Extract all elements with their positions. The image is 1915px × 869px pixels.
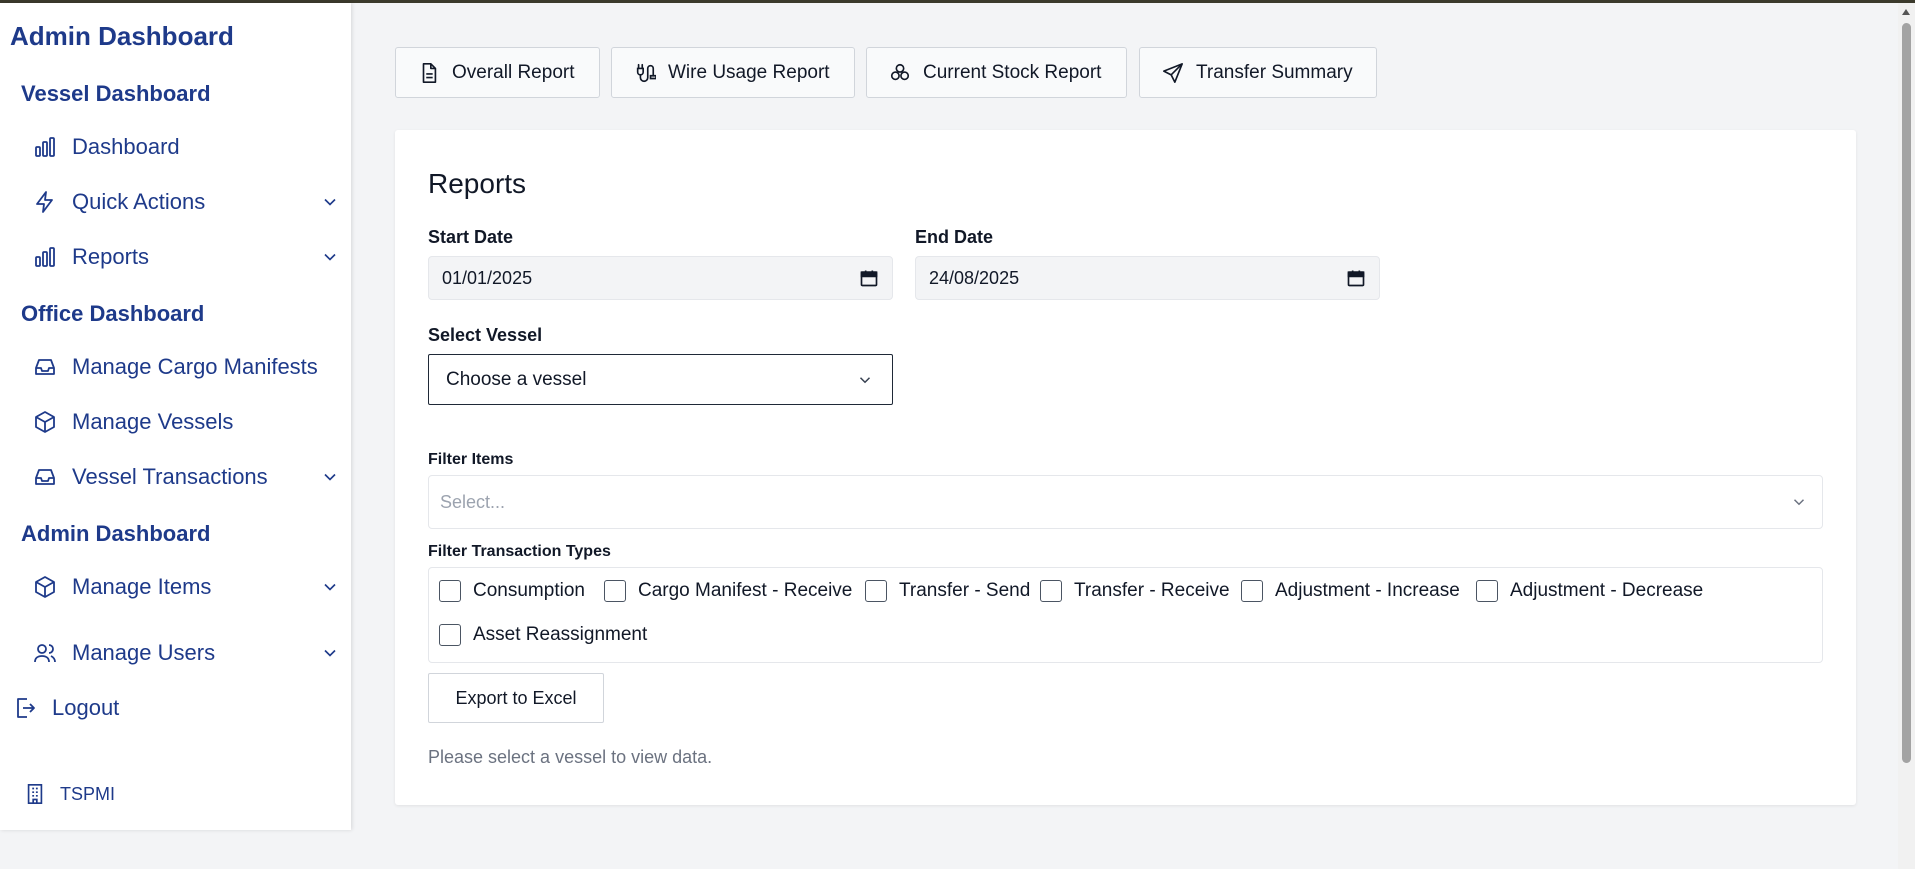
checkbox[interactable] xyxy=(439,624,461,646)
box-icon xyxy=(32,409,58,435)
checkbox-cargo-manifest-receive[interactable]: Cargo Manifest - Receive xyxy=(604,580,852,602)
checkbox[interactable] xyxy=(439,580,461,602)
checkbox[interactable] xyxy=(865,580,887,602)
inbox-icon xyxy=(32,354,58,380)
end-date-input[interactable]: 24/08/2025 xyxy=(915,256,1380,300)
brand-title: Admin Dashboard xyxy=(10,21,234,51)
checkbox-adjustment-decrease[interactable]: Adjustment - Decrease xyxy=(1476,580,1703,602)
filter-items-placeholder: Select... xyxy=(440,491,506,512)
inbox-icon xyxy=(32,464,58,490)
tenant-name: TSPMI xyxy=(60,783,116,804)
sidebar-item-label: Manage Users xyxy=(72,640,216,665)
checkbox-consumption[interactable]: Consumption xyxy=(439,580,585,602)
calendar-icon[interactable] xyxy=(1346,268,1366,288)
sidebar-item-manage-vessels[interactable]: Manage Vessels xyxy=(32,402,340,442)
cable-icon xyxy=(634,62,656,84)
checkbox-transfer-send[interactable]: Transfer - Send xyxy=(865,580,1030,602)
wire-usage-report-label: Wire Usage Report xyxy=(668,61,830,83)
transfer-summary-label: Transfer Summary xyxy=(1196,61,1353,83)
checkbox[interactable] xyxy=(1241,580,1263,602)
checkbox[interactable] xyxy=(604,580,626,602)
sidebar-item-label: Reports xyxy=(72,244,150,269)
building-icon xyxy=(24,783,46,805)
vessel-select-value: Choose a vessel xyxy=(446,368,587,390)
vessel-select[interactable]: Choose a vessel xyxy=(428,354,893,405)
transfer-summary-button[interactable]: Transfer Summary xyxy=(1139,47,1377,98)
checkbox[interactable] xyxy=(1476,580,1498,602)
page-title: Reports xyxy=(428,168,527,199)
checkbox-label: Adjustment - Increase xyxy=(1275,580,1460,601)
chevron-down-icon[interactable] xyxy=(320,577,340,597)
overall-report-label: Overall Report xyxy=(452,61,575,83)
checkbox-label: Transfer - Receive xyxy=(1074,580,1230,601)
sidebar-item-logout[interactable]: Logout xyxy=(12,688,320,728)
end-date-label: End Date xyxy=(915,227,994,247)
sidebar-item-label: Manage Vessels xyxy=(72,409,234,434)
bar-chart-icon xyxy=(32,134,58,160)
checkbox-label: Cargo Manifest - Receive xyxy=(638,580,853,601)
sidebar-item-label: Manage Cargo Manifests xyxy=(72,354,318,379)
sidebar-item-label: Dashboard xyxy=(72,134,180,159)
transaction-types-group: Consumption Cargo Manifest - Receive Tra… xyxy=(428,567,1823,663)
sidebar-item-label: Logout xyxy=(52,695,120,720)
document-icon xyxy=(418,62,440,84)
chevron-down-icon[interactable] xyxy=(320,192,340,212)
chevron-down-icon xyxy=(1790,493,1808,511)
filter-items-label: Filter Items xyxy=(428,451,514,468)
sidebar-item-manage-users[interactable]: Manage Users xyxy=(32,633,340,673)
sidebar-item-label: Quick Actions xyxy=(72,189,206,214)
empty-state-message: Please select a vessel to view data. xyxy=(428,747,713,767)
checkbox-label: Consumption xyxy=(473,580,585,601)
checkbox[interactable] xyxy=(1040,580,1062,602)
section-office-dashboard: Office Dashboard xyxy=(21,301,205,326)
start-date-label: Start Date xyxy=(428,227,514,247)
checkbox-adjustment-increase[interactable]: Adjustment - Increase xyxy=(1241,580,1460,602)
section-vessel-dashboard: Vessel Dashboard xyxy=(21,81,211,106)
box-icon xyxy=(32,574,58,600)
export-to-excel-button[interactable]: Export to Excel xyxy=(428,673,604,723)
sidebar-item-quick-actions[interactable]: Quick Actions xyxy=(32,182,340,222)
select-vessel-label: Select Vessel xyxy=(428,325,543,345)
end-date-value: 24/08/2025 xyxy=(929,267,1020,288)
checkbox-label: Adjustment - Decrease xyxy=(1510,580,1704,601)
checkbox-label: Asset Reassignment xyxy=(473,624,648,645)
current-stock-report-button[interactable]: Current Stock Report xyxy=(866,47,1127,98)
checkbox-transfer-receive[interactable]: Transfer - Receive xyxy=(1040,580,1230,602)
sidebar: Admin Dashboard Vessel Dashboard Dashboa… xyxy=(0,3,351,830)
start-date-input[interactable]: 01/01/2025 xyxy=(428,256,893,300)
overall-report-button[interactable]: Overall Report xyxy=(395,47,600,98)
checkbox-label: Transfer - Send xyxy=(899,580,1031,601)
logout-icon xyxy=(12,695,38,721)
chevron-down-icon[interactable] xyxy=(320,247,340,267)
sidebar-item-reports[interactable]: Reports xyxy=(32,237,340,277)
users-icon xyxy=(32,640,58,666)
chevron-down-icon xyxy=(856,371,874,389)
bar-chart-icon xyxy=(32,244,58,270)
lightning-icon xyxy=(32,189,58,215)
wire-usage-report-button[interactable]: Wire Usage Report xyxy=(611,47,855,98)
checkbox-asset-reassignment[interactable]: Asset Reassignment xyxy=(439,624,647,646)
reports-card: Reports Start Date 01/01/2025 End Date 2… xyxy=(395,130,1856,805)
sidebar-item-dashboard[interactable]: Dashboard xyxy=(32,127,340,167)
filter-transaction-types-label: Filter Transaction Types xyxy=(428,543,611,560)
section-admin-dashboard: Admin Dashboard xyxy=(21,521,211,546)
sidebar-item-label: Manage Items xyxy=(72,574,212,599)
sidebar-item-manage-cargo-manifests[interactable]: Manage Cargo Manifests xyxy=(32,347,340,387)
chevron-down-icon[interactable] xyxy=(320,643,340,663)
calendar-icon[interactable] xyxy=(859,268,879,288)
chevron-down-icon[interactable] xyxy=(320,467,340,487)
start-date-value: 01/01/2025 xyxy=(442,267,533,288)
sidebar-item-vessel-transactions[interactable]: Vessel Transactions xyxy=(32,457,340,497)
tenant-indicator: TSPMI xyxy=(24,783,115,805)
page-scrollbar[interactable] xyxy=(1898,3,1915,869)
send-icon xyxy=(1162,62,1184,84)
current-stock-report-label: Current Stock Report xyxy=(923,61,1102,83)
sidebar-item-manage-items[interactable]: Manage Items xyxy=(32,567,340,607)
sidebar-item-label: Vessel Transactions xyxy=(72,464,268,489)
stack-icon xyxy=(889,62,911,84)
filter-items-select[interactable]: Select... xyxy=(428,475,1823,529)
scroll-up-arrow[interactable] xyxy=(1902,9,1910,15)
scrollbar-thumb[interactable] xyxy=(1902,23,1911,763)
